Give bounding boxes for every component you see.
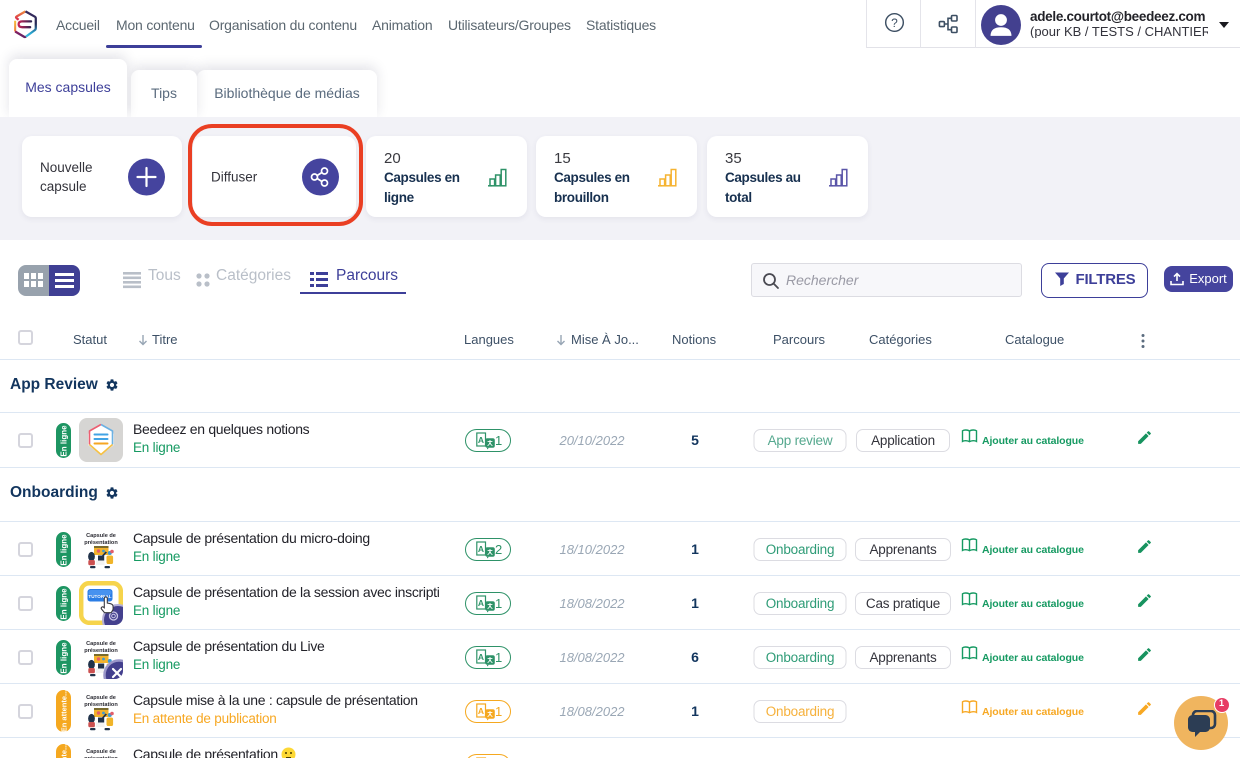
svg-text:A: A (478, 598, 484, 608)
svg-text:Capsule de: Capsule de (86, 749, 116, 755)
svg-text:A: A (478, 706, 484, 716)
svg-text:A: A (478, 435, 484, 445)
svg-text:Capsule de: Capsule de (86, 641, 116, 647)
svg-text:Capsule de: Capsule de (86, 695, 116, 701)
svg-text:TUTORIAL: TUTORIAL (88, 594, 111, 599)
svg-text:?: ? (891, 16, 898, 30)
svg-text:présentation: présentation (84, 540, 118, 546)
svg-text:A: A (478, 652, 484, 662)
svg-text:présentation: présentation (84, 648, 118, 654)
svg-text:Capsule de: Capsule de (86, 533, 116, 539)
svg-text:présentation: présentation (84, 702, 118, 708)
svg-text:A: A (478, 544, 484, 554)
